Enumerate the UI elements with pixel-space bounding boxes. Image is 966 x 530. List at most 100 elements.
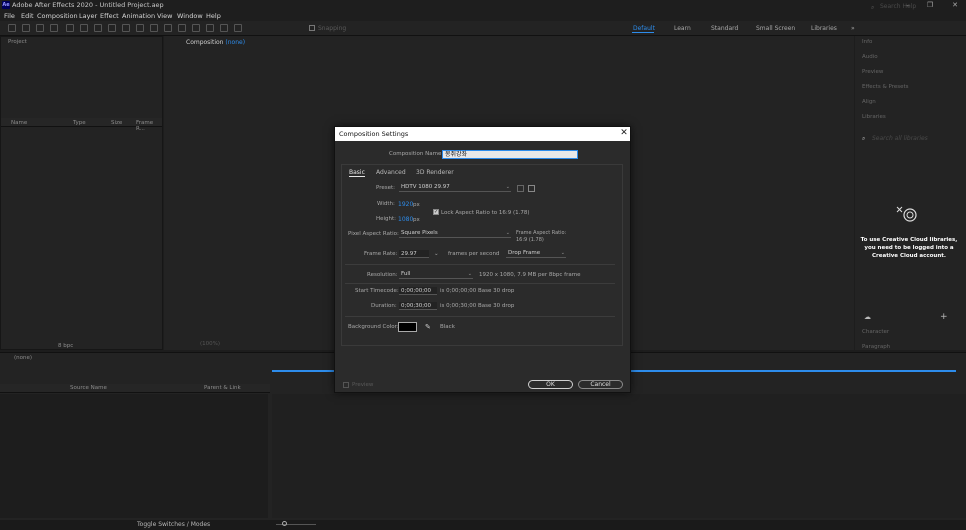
timeline-column-header: Source Name Parent & Link	[0, 384, 270, 393]
clone-stamp-tool-icon[interactable]	[192, 24, 200, 32]
divider	[345, 283, 615, 284]
zoom-level[interactable]: (100%)	[200, 341, 220, 347]
project-tab[interactable]: Project	[8, 39, 27, 45]
bpc-label[interactable]: 8 bpc	[58, 343, 73, 349]
background-color-swatch[interactable]	[398, 322, 417, 332]
divider	[345, 264, 615, 265]
width-unit: px	[413, 202, 420, 208]
menu-animation[interactable]: Animation	[122, 12, 155, 20]
menu-edit[interactable]: Edit	[21, 12, 34, 20]
toggle-switches-modes[interactable]: Toggle Switches / Modes	[137, 521, 210, 528]
tools-toolbar: Snapping Default Learn Standard Small Sc…	[0, 21, 966, 36]
info-panel-tab[interactable]: Info	[862, 39, 872, 45]
creative-cloud-icon	[896, 206, 917, 222]
drop-frame-dropdown[interactable]: Drop Frame ⌄	[506, 250, 566, 258]
zoom-slider-handle[interactable]	[282, 521, 287, 526]
height-value[interactable]: 1080	[398, 216, 413, 223]
align-panel-tab[interactable]: Align	[862, 99, 876, 105]
preview-checkbox[interactable]	[343, 382, 349, 388]
frame-rate-dropdown-icon[interactable]: ⌄	[434, 251, 439, 257]
menu-help[interactable]: Help	[206, 12, 221, 20]
chevron-down-icon: ⌄	[505, 230, 510, 236]
composition-tab[interactable]: Composition (none)	[186, 39, 245, 46]
menu-file[interactable]: File	[4, 12, 15, 20]
preset-dropdown[interactable]: HDTV 1080 29.97 ⌄	[399, 184, 511, 192]
pixel-aspect-dropdown[interactable]: Square Pixels ⌄	[399, 230, 511, 238]
rotation-tool-icon[interactable]	[108, 24, 116, 32]
zoom-tool-icon[interactable]	[50, 24, 58, 32]
after-effects-logo-icon: Ae	[2, 1, 10, 9]
workspace-default[interactable]: Default	[633, 25, 655, 32]
tab-basic[interactable]: Basic	[349, 169, 365, 177]
close-window-button[interactable]: ✕	[950, 0, 960, 10]
character-panel-tab[interactable]: Character	[862, 329, 889, 335]
composition-tab-value: (none)	[225, 39, 246, 46]
anchor-tool-icon[interactable]	[122, 24, 130, 32]
workspace-libraries[interactable]: Libraries	[811, 25, 837, 32]
more-workspaces-icon[interactable]: »	[851, 25, 855, 32]
libraries-search-input[interactable]: Search all libraries	[862, 135, 960, 144]
menu-view[interactable]: View	[157, 12, 172, 20]
preview-label: Preview	[352, 382, 374, 388]
resolution-value: Full	[401, 271, 411, 277]
width-value[interactable]: 1920	[398, 201, 413, 208]
puppet-tool-icon[interactable]	[234, 24, 242, 32]
comp-name-input[interactable]: 몽쥐강좌	[442, 150, 578, 159]
cancel-button[interactable]: Cancel	[578, 380, 623, 389]
column-parent-link[interactable]: Parent & Link	[204, 385, 241, 391]
column-source-name[interactable]: Source Name	[70, 385, 107, 391]
column-size[interactable]: Size	[111, 120, 122, 126]
libraries-panel-tab[interactable]: Libraries	[862, 114, 886, 120]
rectangle-tool-icon[interactable]	[136, 24, 144, 32]
roto-brush-tool-icon[interactable]	[220, 24, 228, 32]
eyedropper-icon[interactable]: ✎	[425, 323, 431, 331]
height-unit: px	[413, 217, 420, 223]
delete-preset-icon[interactable]	[528, 185, 535, 192]
menu-composition[interactable]: Composition	[37, 12, 78, 20]
lock-aspect-checkbox[interactable]: ✓	[433, 209, 439, 215]
orbit-tool-icon[interactable]	[66, 24, 74, 32]
menu-window[interactable]: Window	[177, 12, 203, 20]
project-column-header: Name Type Size Frame R...	[1, 118, 162, 132]
save-preset-icon[interactable]	[517, 185, 524, 192]
pen-tool-icon[interactable]	[150, 24, 158, 32]
effects-presets-panel-tab[interactable]: Effects & Presets	[862, 84, 909, 90]
height-label: Height:	[376, 216, 397, 222]
selection-tool-icon[interactable]	[22, 24, 30, 32]
dolly-tool-icon[interactable]	[94, 24, 102, 32]
workspace-standard[interactable]: Standard	[711, 25, 738, 32]
tab-advanced[interactable]: Advanced	[376, 169, 406, 176]
pan-tool-icon[interactable]	[80, 24, 88, 32]
type-tool-icon[interactable]	[164, 24, 172, 32]
paragraph-panel-tab[interactable]: Paragraph	[862, 344, 890, 350]
brush-tool-icon[interactable]	[178, 24, 186, 32]
hand-tool-icon[interactable]	[36, 24, 44, 32]
cloud-icon[interactable]: ☁	[864, 313, 871, 321]
creative-cloud-message: To use Creative Cloud libraries, you nee…	[860, 237, 958, 259]
workspace-learn[interactable]: Learn	[674, 25, 691, 32]
audio-panel-tab[interactable]: Audio	[862, 54, 878, 60]
duration-input[interactable]: 0;00;30;00	[399, 302, 437, 310]
resolution-dropdown[interactable]: Full ⌄	[399, 271, 473, 279]
dialog-close-button[interactable]: ✕	[619, 127, 629, 140]
workspace-small-screen[interactable]: Small Screen	[756, 25, 795, 32]
ok-button[interactable]: OK	[528, 380, 573, 389]
menu-effect[interactable]: Effect	[100, 12, 119, 20]
column-type[interactable]: Type	[73, 120, 86, 126]
eraser-tool-icon[interactable]	[206, 24, 214, 32]
home-icon[interactable]	[8, 24, 16, 32]
search-help-input[interactable]: Search Help	[871, 3, 949, 12]
preview-panel-tab[interactable]: Preview	[862, 69, 883, 75]
add-icon[interactable]: +	[940, 312, 948, 322]
frame-rate-input[interactable]: 29.97	[399, 250, 429, 258]
composition-tab-label: Composition	[186, 39, 224, 46]
timeline-tab[interactable]: (none)	[14, 355, 32, 361]
column-name[interactable]: Name	[11, 120, 27, 126]
snapping-checkbox[interactable]	[309, 25, 315, 31]
start-timecode-input[interactable]: 0;00;00;00	[399, 287, 437, 295]
menu-layer[interactable]: Layer	[79, 12, 97, 20]
tab-3d-renderer[interactable]: 3D Renderer	[416, 169, 454, 176]
duration-label: Duration:	[371, 303, 397, 309]
column-frame-rate[interactable]: Frame R...	[136, 120, 162, 132]
menu-bar: File Edit Composition Layer Effect Anima…	[0, 11, 966, 21]
